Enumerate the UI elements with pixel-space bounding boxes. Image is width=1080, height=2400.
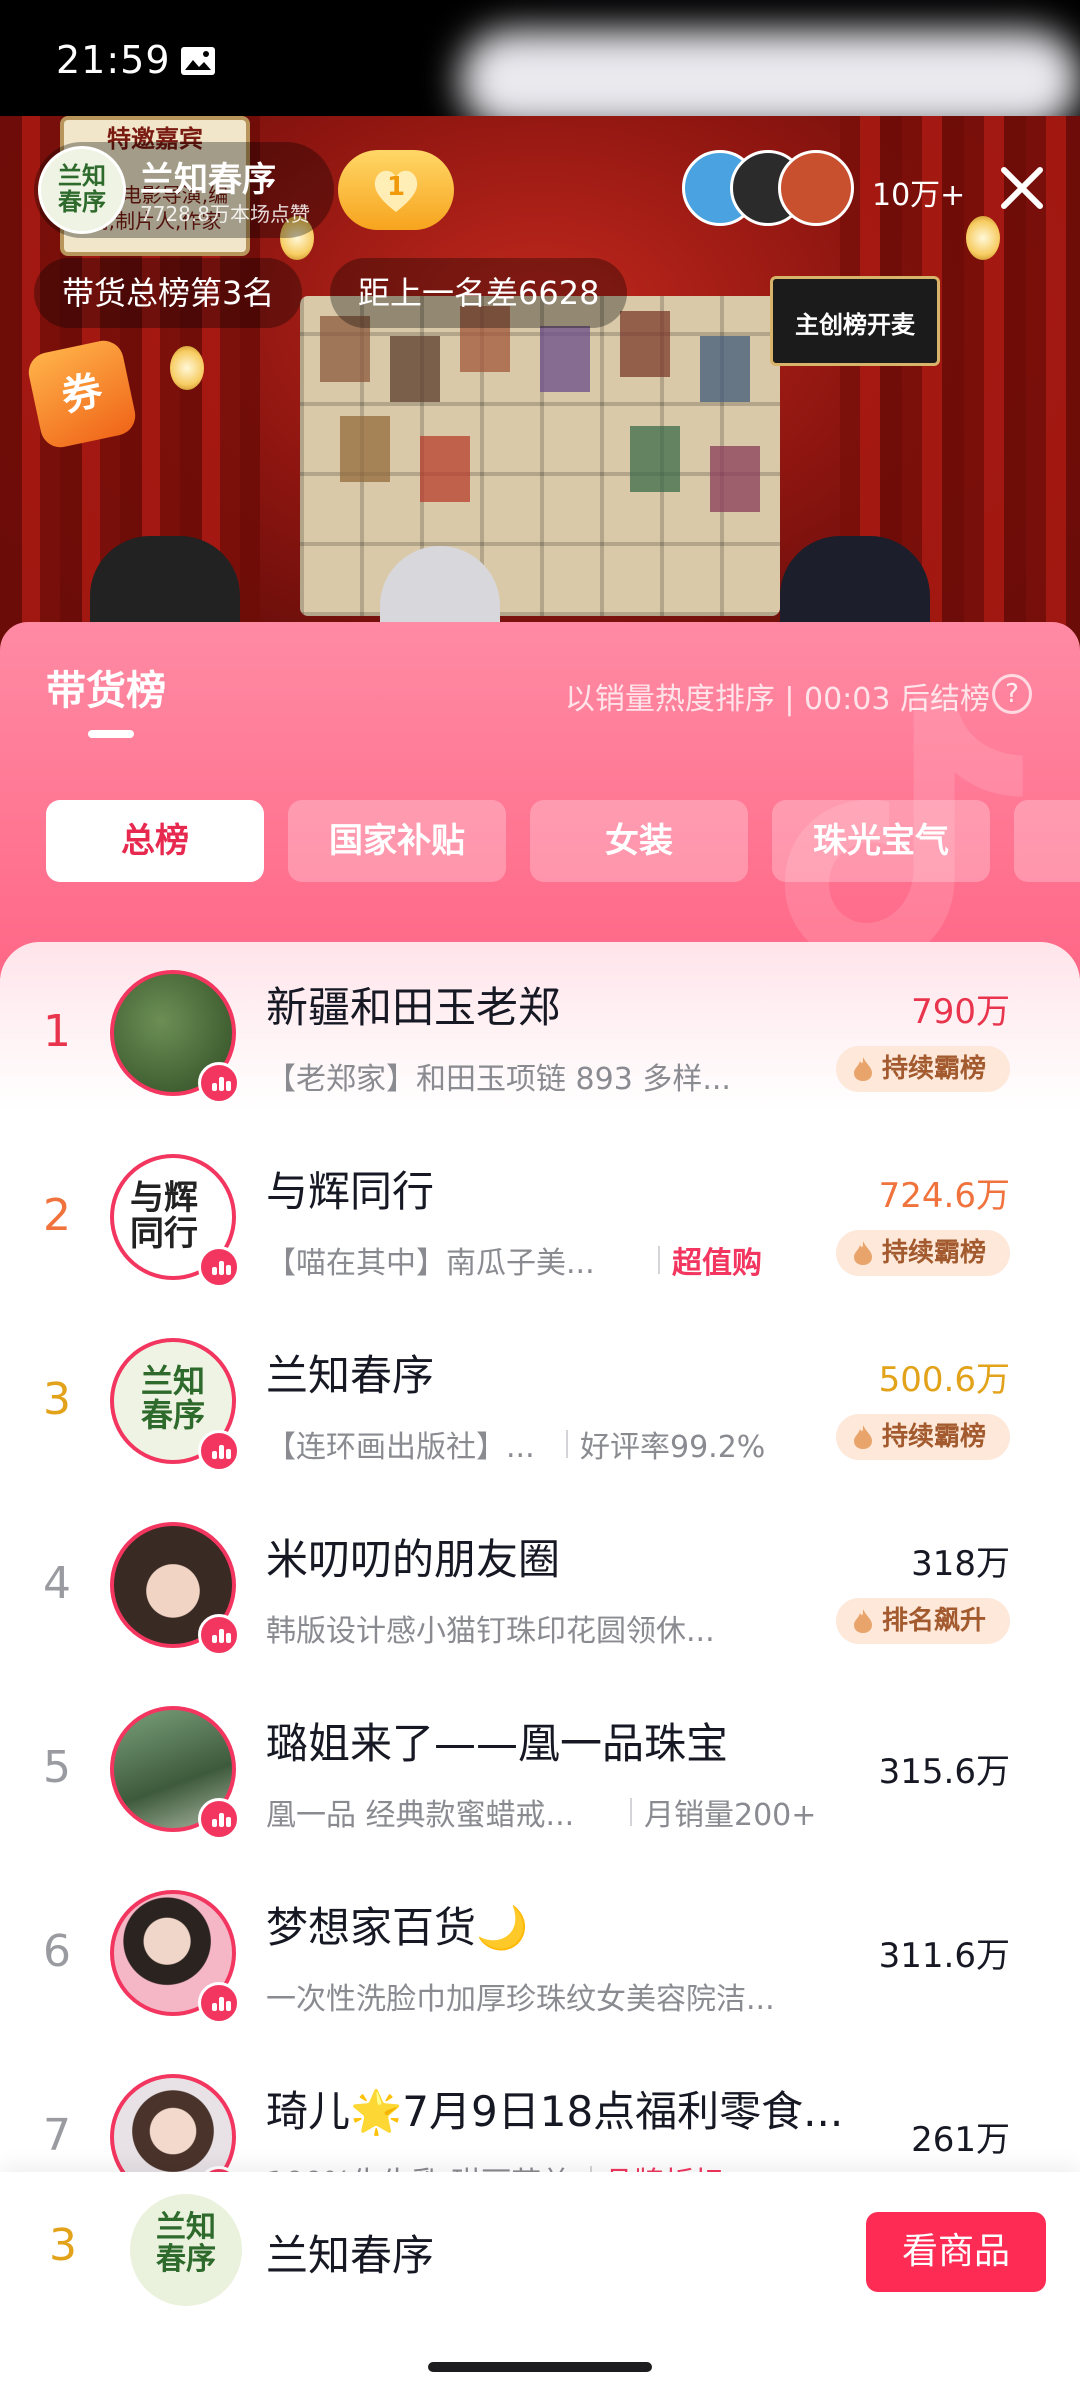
- rank-number: 5: [43, 1742, 71, 1793]
- status-bar: 21:59: [0, 0, 1080, 130]
- bulb: [170, 346, 204, 390]
- ranking-row[interactable]: 5 璐姐来了——凰一品珠宝 凰一品 经典款蜜蜡戒... 月销量200+ 315.…: [0, 1678, 1080, 1862]
- shop-name: 米叨叨的朋友圈: [266, 1535, 561, 1584]
- host-likes: 7728.8万本场点赞: [140, 202, 310, 226]
- sales-value: 315.6万: [878, 1752, 1010, 1792]
- my-rank-bar[interactable]: 3 兰知 春序 兰知春序 看商品: [0, 2172, 1080, 2332]
- title-underline: [88, 730, 134, 738]
- logo-line1: 兰知: [140, 1362, 205, 1400]
- host-name: 兰知春序: [140, 160, 276, 200]
- shop-name: 兰知春序: [266, 1351, 435, 1400]
- sales-value: 500.6万: [878, 1360, 1010, 1400]
- product-desc: 凰一品 经典款蜜蜡戒...: [266, 1798, 575, 1833]
- panel-title[interactable]: 带货榜: [46, 658, 166, 716]
- product-desc: 韩版设计感小猫钉珠印花圆领休...: [266, 1614, 715, 1649]
- rank-number: 3: [43, 1374, 71, 1425]
- product-desc: 【喵在其中】南瓜子美...: [266, 1246, 595, 1281]
- close-icon[interactable]: [996, 162, 1048, 214]
- home-indicator[interactable]: [428, 2362, 652, 2372]
- flame-icon: [854, 1425, 872, 1449]
- my-shop-name: 兰知春序: [266, 2231, 435, 2280]
- logo-line1: 兰知: [156, 2210, 216, 2245]
- my-rank-number: 3: [49, 2220, 77, 2271]
- live-badge-icon: [198, 1430, 240, 1472]
- logo-line2: 春序: [58, 187, 106, 216]
- sales-value: 790万: [911, 992, 1010, 1032]
- tab-womens-wear[interactable]: 女装: [530, 800, 748, 882]
- poster-wall: [300, 296, 780, 616]
- status-tag: 持续霸榜: [836, 1414, 1010, 1460]
- status-tag: 持续霸榜: [836, 1046, 1010, 1092]
- tab-national-subsidy[interactable]: 国家补贴: [288, 800, 506, 882]
- sales-value: 311.6万: [878, 1936, 1010, 1976]
- shop-name: 与辉同行: [266, 1167, 435, 1216]
- view-products-button[interactable]: 看商品: [866, 2212, 1046, 2292]
- live-badge-icon: [198, 1982, 240, 2024]
- category-tabs: 总榜 国家补贴 女装 珠光宝气: [46, 800, 1080, 882]
- board-sign: 主创榜开麦: [770, 276, 940, 366]
- promo-label: 超值购: [658, 1238, 762, 1282]
- fan-club-level: 1: [386, 172, 406, 202]
- shop-name: 梦想家百货🌙: [266, 1903, 529, 1952]
- fan-club-button[interactable]: 1: [338, 150, 454, 230]
- logo-line1: 兰知: [58, 161, 106, 190]
- my-avatar[interactable]: 兰知 春序: [130, 2194, 242, 2306]
- shop-name: 璐姐来了——凰一品珠宝: [266, 1719, 729, 1768]
- rank-number: 4: [43, 1558, 71, 1609]
- live-badge-icon: [198, 1614, 240, 1656]
- sales-value: 724.6万: [878, 1176, 1010, 1216]
- live-badge-icon: [198, 1798, 240, 1840]
- sales-value: 261万: [911, 2120, 1010, 2160]
- tab-more[interactable]: [1014, 800, 1080, 882]
- rating-label: 好评率99.2%: [566, 1422, 765, 1466]
- product-desc: 【连环画出版社】...: [266, 1430, 535, 1465]
- product-desc: 【老郑家】和田玉项链 893 多样...: [266, 1062, 731, 1097]
- flame-icon: [854, 1241, 872, 1265]
- rank-number: 2: [43, 1190, 71, 1241]
- monthly-sales-label: 月销量200+: [630, 1790, 816, 1834]
- ranking-row[interactable]: 1 新疆和田玉老郑 【老郑家】和田玉项链 893 多样... 790万 持续霸榜: [0, 942, 1080, 1126]
- live-badge-icon: [198, 1062, 240, 1104]
- status-tag-label: 排名飙升: [882, 1606, 987, 1636]
- logo-line2: 春序: [156, 2242, 216, 2277]
- viewer-avatar[interactable]: [778, 150, 854, 226]
- sales-rank-pill[interactable]: 带货总榜第3名: [34, 258, 303, 328]
- status-tag-label: 持续霸榜: [882, 1054, 987, 1084]
- sales-value: 318万: [911, 1544, 1010, 1584]
- status-tag-label: 持续霸榜: [882, 1238, 987, 1268]
- shop-name: 新疆和田玉老郑: [266, 983, 561, 1032]
- help-icon[interactable]: ?: [992, 674, 1032, 714]
- ranking-row[interactable]: 2 与辉 同行 与辉同行 【喵在其中】南瓜子美... 超值购 724.6万 持续霸…: [0, 1126, 1080, 1310]
- flame-icon: [854, 1609, 872, 1633]
- rank-number: 7: [43, 2110, 71, 2161]
- rank-gap-pill: 距上一名差6628: [330, 258, 628, 328]
- logo-line2: 春序: [140, 1396, 205, 1434]
- coupon-icon[interactable]: 券: [25, 337, 139, 451]
- rank-number: 1: [43, 1006, 71, 1057]
- viewer-count[interactable]: 10万+: [872, 170, 965, 214]
- flame-icon: [854, 1057, 872, 1081]
- sort-info: 以销量热度排序 | 00:03 后结榜: [564, 682, 990, 717]
- image-notification-icon: [181, 47, 215, 75]
- rank-number: 6: [43, 1926, 71, 1977]
- ranking-row[interactable]: 3 兰知 春序 兰知春序 【连环画出版社】... 好评率99.2% 500.6万…: [0, 1310, 1080, 1494]
- tab-jewelry[interactable]: 珠光宝气: [772, 800, 990, 882]
- product-desc: 一次性洗脸巾加厚珍珠纹女美容院洁...: [266, 1982, 775, 2017]
- status-tag-label: 持续霸榜: [882, 1422, 987, 1452]
- shop-name: 琦儿🌟7月9日18点福利零食...: [266, 2087, 844, 2136]
- live-badge-icon: [198, 1246, 240, 1288]
- ranking-panel: 带货榜 以销量热度排序 | 00:03 后结榜 ? 总榜 国家补贴 女装 珠光宝…: [0, 622, 1080, 2400]
- status-time: 21:59: [56, 38, 171, 82]
- status-tag: 排名飙升: [836, 1598, 1010, 1644]
- status-tag: 持续霸榜: [836, 1230, 1010, 1276]
- tab-overall[interactable]: 总榜: [46, 800, 264, 882]
- blurred-region: [460, 30, 1080, 130]
- host-avatar[interactable]: 兰知 春序: [38, 146, 126, 234]
- ranking-row[interactable]: 6 梦想家百货🌙 一次性洗脸巾加厚珍珠纹女美容院洁... 311.6万: [0, 1862, 1080, 2046]
- ranking-row[interactable]: 4 米叨叨的朋友圈 韩版设计感小猫钉珠印花圆领休... 318万 排名飙升: [0, 1494, 1080, 1678]
